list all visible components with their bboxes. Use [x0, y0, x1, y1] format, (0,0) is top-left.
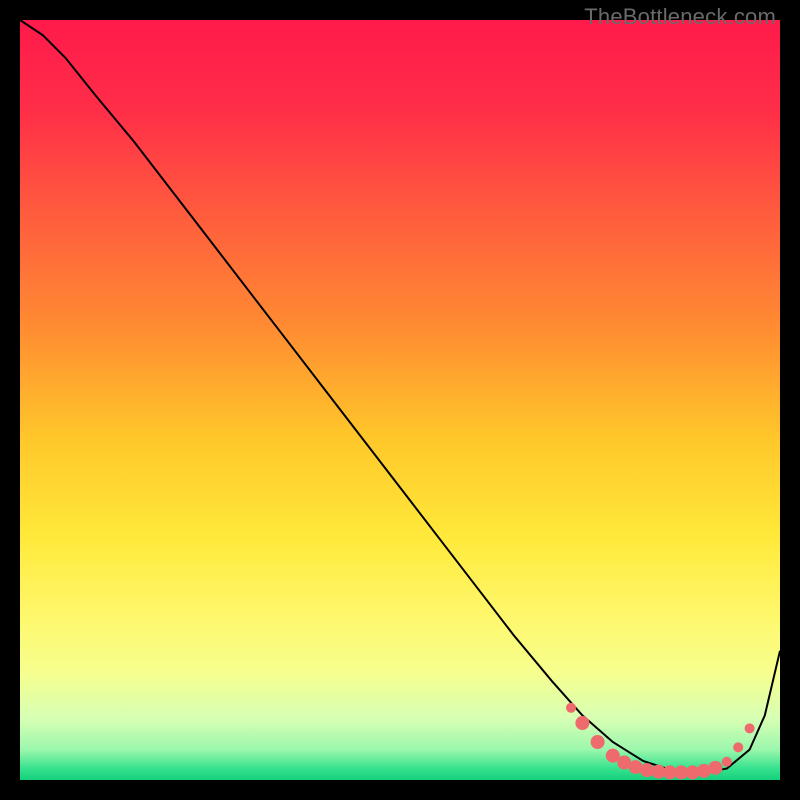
- marker-point: [591, 735, 605, 749]
- chart-frame: [20, 20, 780, 780]
- marker-point: [745, 723, 755, 733]
- marker-point: [733, 742, 743, 752]
- watermark-text: TheBottleneck.com: [584, 4, 776, 30]
- marker-point: [566, 703, 576, 713]
- marker-point: [575, 716, 589, 730]
- chart-canvas: [20, 20, 780, 780]
- marker-point: [722, 757, 732, 767]
- gradient-background: [20, 20, 780, 780]
- marker-point: [708, 761, 722, 775]
